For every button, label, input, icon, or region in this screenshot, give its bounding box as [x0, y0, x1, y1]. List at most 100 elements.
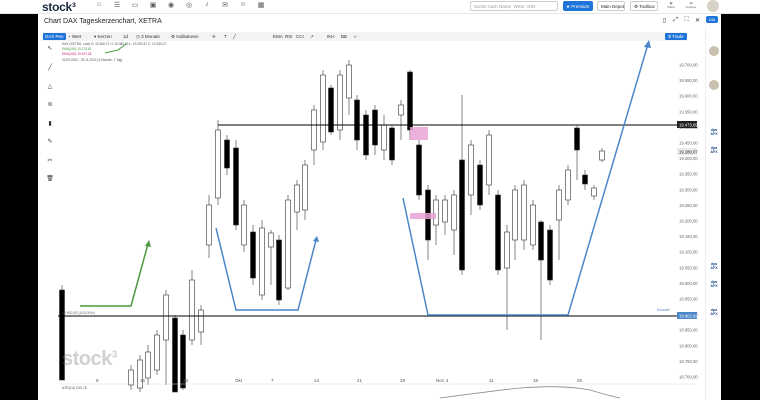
candle-bullish[interactable]: [346, 64, 352, 99]
candle-bearish[interactable]: [372, 109, 378, 146]
date-tick-label: Nov: [436, 378, 445, 383]
price-tick-label: 19.200,00: [679, 219, 698, 224]
candle-bullish[interactable]: [591, 187, 597, 197]
sidebar-avatar-1[interactable]: [709, 46, 719, 56]
candle-bullish[interactable]: [442, 199, 448, 223]
price-tick-label: 19.000,00: [679, 281, 698, 286]
annotation-green-arrow[interactable]: [80, 243, 149, 307]
candle-bullish[interactable]: [451, 194, 457, 231]
price-tick-label: 19.650,00: [679, 78, 698, 83]
candle-bearish[interactable]: [172, 317, 178, 393]
candle-bullish[interactable]: [512, 189, 518, 241]
candle-bullish[interactable]: [285, 199, 291, 289]
sidebar-item-dpa-1[interactable]: dpa AFX: [708, 128, 720, 136]
price-tick-label: 19.700,00: [679, 63, 698, 68]
sidebar-item-dpa-4[interactable]: dpa AFX: [708, 280, 720, 288]
price-tick-label: 19.050,00: [679, 265, 698, 270]
candle-bearish[interactable]: [459, 159, 465, 271]
candle-bullish[interactable]: [198, 309, 204, 333]
annotation-arrowhead-right: [644, 40, 651, 48]
date-tick-label: 11: [489, 378, 494, 383]
annotation-green-arrowhead: [145, 240, 151, 247]
candle-bullish[interactable]: [381, 124, 387, 151]
candle-bearish[interactable]: [574, 127, 580, 151]
sidebar-avatar-2[interactable]: [709, 80, 719, 90]
candle-bearish[interactable]: [233, 147, 239, 226]
sidebar-item-dpa-3[interactable]: dpa AFX: [708, 262, 720, 270]
candle-bullish[interactable]: [241, 204, 247, 246]
support-tag: Kursziel: [657, 308, 670, 312]
candle-bullish[interactable]: [206, 204, 212, 246]
candle-bearish[interactable]: [538, 221, 544, 261]
candle-bearish[interactable]: [477, 164, 483, 206]
candle-bullish[interactable]: [468, 144, 474, 196]
highlight-box-upper: [410, 127, 428, 140]
candle-bullish[interactable]: [154, 334, 160, 371]
candle-bullish[interactable]: [215, 129, 221, 199]
date-axis: 9 16 23 Okt 7 14 21 28 Nov 4 11 18 25: [96, 378, 583, 383]
right-sidebar: dpa AFX dpa AFX dpa AFX dpa AFX dpa AFX: [705, 26, 721, 400]
candle-bearish[interactable]: [389, 127, 395, 161]
date-tick-label: Okt: [235, 378, 243, 383]
date-tick-label: 16: [140, 378, 146, 383]
date-tick-label: 21: [357, 378, 363, 383]
candle-bullish[interactable]: [433, 199, 439, 226]
atr-indicator-label: ATR(14) 240,75: [62, 386, 87, 390]
candle-bearish[interactable]: [547, 229, 553, 281]
candle-bullish[interactable]: [311, 109, 317, 151]
candle-bearish[interactable]: [250, 231, 256, 279]
candle-bullish[interactable]: [259, 227, 265, 296]
candle-bullish[interactable]: [302, 164, 308, 211]
price-tick-label: 19.100,00: [679, 250, 698, 255]
candle-bearish[interactable]: [224, 139, 230, 169]
candle-bullish[interactable]: [556, 189, 562, 221]
candle-bearish[interactable]: [416, 144, 422, 196]
candle-bullish[interactable]: [398, 104, 404, 116]
support-price-label: 18.902,82: [679, 314, 698, 319]
price-tick-label: 18.950,00: [679, 297, 698, 302]
candle-bearish[interactable]: [363, 114, 369, 156]
candle-bullish[interactable]: [145, 351, 151, 379]
candlestick-chart[interactable]: 19.700,0019.650,0019.600,0019.550,0019.5…: [0, 0, 760, 400]
resistance-price-label: 19.473,69: [679, 123, 698, 128]
date-tick-label: 4: [446, 378, 449, 383]
price-tick-label: 19.450,00: [679, 141, 698, 146]
date-tick-label: 28: [400, 378, 406, 383]
sidebar-item-dpa-2[interactable]: dpa AFX: [708, 146, 720, 154]
highlight-box-lower: [410, 213, 436, 219]
price-tick-label: 19.350,00: [679, 172, 698, 177]
candle-bearish[interactable]: [354, 99, 360, 141]
last-price-label: 19.280,07: [679, 150, 698, 155]
candle-bullish[interactable]: [565, 169, 571, 201]
date-tick-label: 7: [271, 378, 274, 383]
date-tick-label: 9: [96, 378, 99, 383]
candle-bullish[interactable]: [337, 74, 343, 131]
candle-bullish[interactable]: [504, 231, 510, 269]
date-tick-label: 14: [314, 378, 320, 383]
candle-bearish[interactable]: [582, 174, 588, 185]
candle-bullish[interactable]: [530, 204, 536, 246]
price-tick-label: 19.300,00: [679, 187, 698, 192]
price-tick-label: 18.750,00: [679, 359, 698, 364]
candle-bearish[interactable]: [276, 239, 282, 301]
candle-bullish[interactable]: [294, 184, 300, 213]
price-tick-label: 19.250,00: [679, 203, 698, 208]
sidebar-item-dpa-5[interactable]: dpa AFX: [708, 308, 720, 316]
candle-bearish[interactable]: [407, 71, 413, 131]
annotation-v-right[interactable]: [402, 43, 649, 316]
candle-bullish[interactable]: [320, 74, 326, 143]
price-tick-label: 19.600,00: [679, 94, 698, 99]
candle-bullish[interactable]: [128, 369, 134, 386]
candle-bullish[interactable]: [521, 184, 527, 241]
candle-bearish[interactable]: [495, 194, 501, 271]
candle-bullish[interactable]: [599, 150, 605, 161]
date-tick-label: 18: [533, 378, 539, 383]
price-tick-label: 19.400,00: [679, 156, 698, 161]
annotation-v-left[interactable]: [215, 227, 317, 311]
candle-bullish[interactable]: [189, 279, 195, 341]
candle-bullish[interactable]: [486, 134, 492, 186]
date-tick-label: 25: [577, 378, 583, 383]
candle-bullish[interactable]: [163, 294, 169, 341]
candle-bullish[interactable]: [268, 232, 274, 248]
price-tick-label: 18.850,00: [679, 328, 698, 333]
